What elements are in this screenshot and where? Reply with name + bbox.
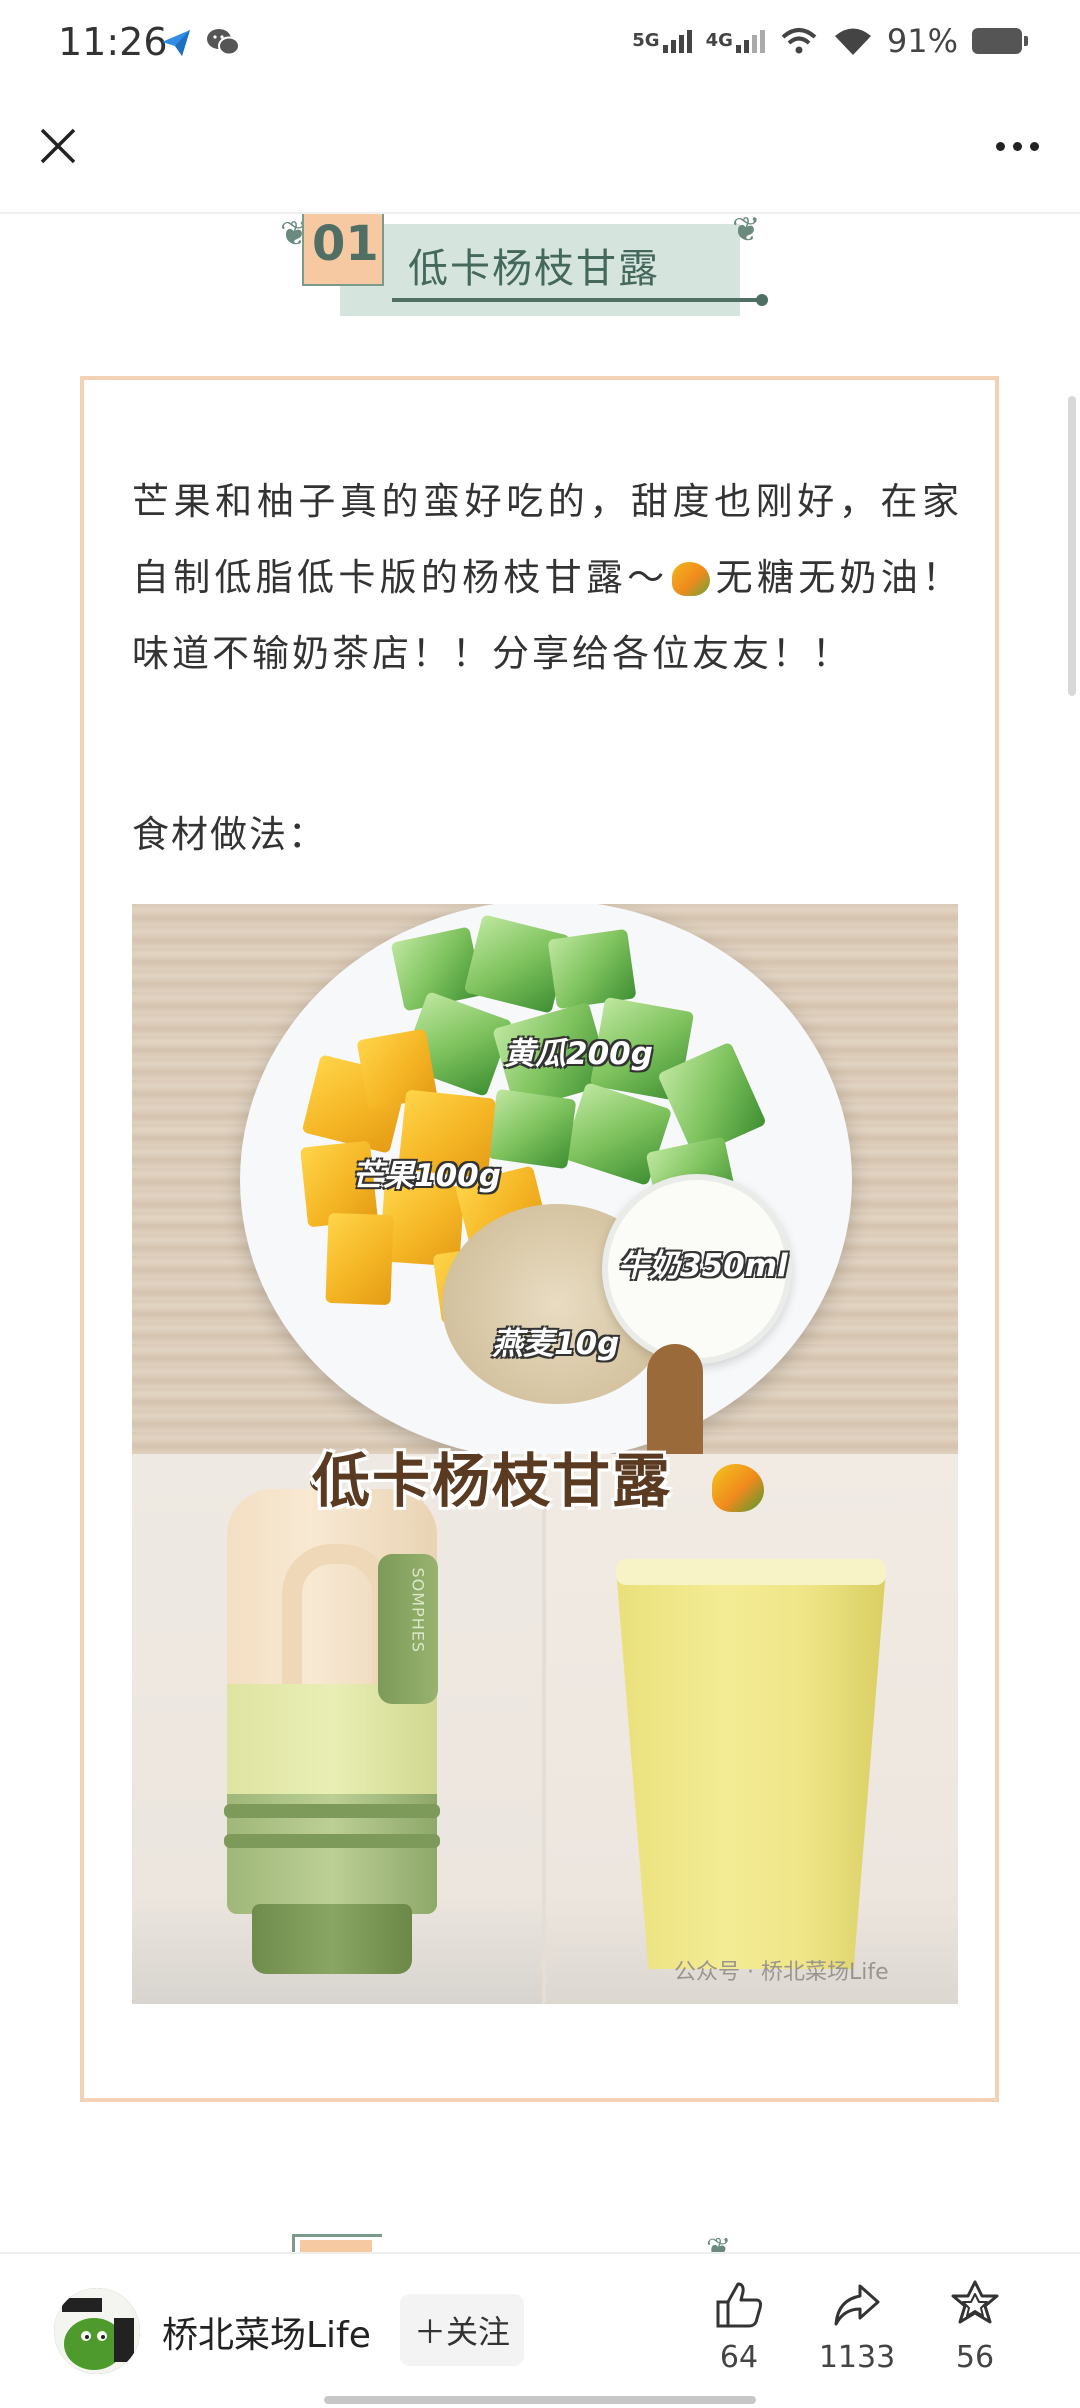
section-title: 低卡杨枝甘露 bbox=[408, 246, 660, 292]
close-button[interactable] bbox=[28, 116, 88, 176]
bottom-action-bar: 桥北菜场Life ＋关注 64 1133 56 bbox=[0, 2252, 1080, 2408]
thumbs-up-icon bbox=[716, 2282, 762, 2328]
bottle-clip: SOMPHES bbox=[378, 1554, 438, 1704]
recipe-image[interactable]: 黄瓜200g 芒果100g 牛奶350ml 燕麦10g SOMPHES 低卡杨枝… bbox=[132, 904, 958, 2004]
wifi-calling-icon bbox=[781, 28, 817, 54]
cucumber-piece bbox=[547, 928, 637, 1010]
drink-cup-photo bbox=[546, 1454, 958, 2004]
label-cucumber: 黄瓜200g bbox=[504, 1036, 653, 1072]
avatar-character-icon bbox=[54, 2288, 140, 2374]
bottle-photo: SOMPHES bbox=[132, 1454, 542, 2004]
section-underline-dot bbox=[756, 294, 768, 306]
bottle-brand-label: SOMPHES bbox=[408, 1567, 428, 1654]
label-mango: 芒果100g bbox=[352, 1158, 501, 1194]
article-card: 芒果和柚子真的蛮好吃的，甜度也刚好，在家自制低脂低卡版的杨枝甘露～ 无糖无奶油！味… bbox=[80, 376, 999, 2102]
battery-percent: 91% bbox=[886, 22, 958, 60]
share-arrow-icon bbox=[834, 2284, 880, 2326]
mango-emoji-icon bbox=[672, 562, 711, 596]
status-bar: 11:26 5G 4G 91% bbox=[0, 0, 1080, 86]
image-watermark: 公众号 · 桥北菜场Life bbox=[674, 1960, 889, 1985]
bottle-cap bbox=[252, 1904, 412, 1974]
wifi-icon bbox=[834, 28, 871, 55]
leaf-sprig-right-icon: ❦ bbox=[732, 210, 761, 250]
bottle-ring bbox=[224, 1804, 440, 1818]
article-intro: 芒果和柚子真的蛮好吃的，甜度也刚好，在家自制低脂低卡版的杨枝甘露～ 无糖无奶油！味… bbox=[132, 464, 962, 692]
status-indicators: 5G 4G 91% bbox=[632, 22, 1028, 60]
label-milk: 牛奶350ml bbox=[618, 1248, 788, 1284]
bottle-ring bbox=[224, 1834, 440, 1848]
more-options-button[interactable] bbox=[982, 116, 1052, 176]
mango-piece bbox=[325, 1212, 394, 1306]
battery-icon bbox=[972, 28, 1028, 54]
image-banner-title: 低卡杨枝甘露 bbox=[312, 1447, 673, 1515]
favorite-count: 56 bbox=[955, 2340, 995, 2375]
section-header: ❦ 01 低卡杨枝甘露 ❦ bbox=[280, 210, 800, 316]
drink-foam bbox=[616, 1559, 886, 1585]
favorite-star-icon bbox=[951, 2280, 999, 2324]
section-number: 01 bbox=[312, 216, 379, 272]
label-oats: 燕麦10g bbox=[492, 1326, 620, 1362]
share-button[interactable]: 1133 bbox=[802, 2278, 912, 2398]
section-underline bbox=[392, 298, 762, 302]
drink-cup bbox=[616, 1569, 886, 1969]
more-dots-icon bbox=[995, 141, 1005, 151]
like-button[interactable]: 64 bbox=[684, 2278, 794, 2398]
favorite-button[interactable]: 56 bbox=[920, 2278, 1030, 2398]
signal-5g-icon: 5G bbox=[632, 29, 692, 53]
scrollbar[interactable] bbox=[1068, 396, 1076, 696]
signal-4g-icon: 4G bbox=[706, 29, 765, 53]
home-indicator[interactable] bbox=[324, 2396, 756, 2404]
top-nav bbox=[0, 86, 1080, 214]
author-avatar[interactable] bbox=[54, 2288, 140, 2374]
status-time: 11:26 bbox=[58, 20, 168, 64]
send-app-icon bbox=[162, 30, 190, 56]
notification-icons bbox=[160, 26, 240, 58]
like-count: 64 bbox=[719, 2340, 759, 2375]
ingredients-label: 食材做法： bbox=[132, 813, 327, 856]
share-count: 1133 bbox=[818, 2340, 896, 2375]
mango-emoji-icon bbox=[712, 1464, 764, 1512]
wechat-icon bbox=[207, 29, 240, 56]
close-icon bbox=[40, 128, 76, 164]
author-name[interactable]: 桥北菜场Life bbox=[162, 2306, 371, 2358]
follow-button[interactable]: ＋关注 bbox=[400, 2294, 524, 2366]
